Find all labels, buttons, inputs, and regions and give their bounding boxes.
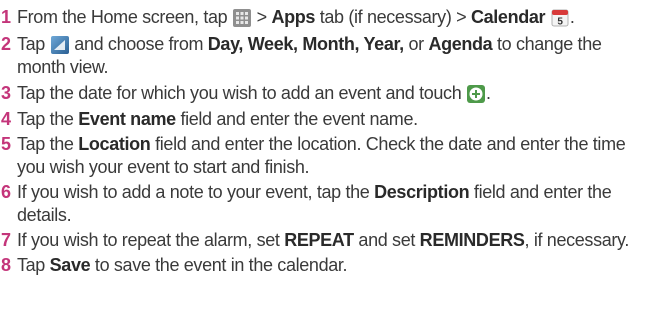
svg-text:5: 5 bbox=[557, 17, 563, 28]
step-number: 2 bbox=[1, 34, 11, 54]
step-number: 5 bbox=[1, 134, 11, 154]
step-text: Tap the date for which you wish to add a… bbox=[17, 83, 491, 103]
step-number: 8 bbox=[1, 255, 11, 275]
view-menu-icon bbox=[50, 36, 69, 54]
apps-grid-icon bbox=[233, 9, 251, 27]
step-text: From the Home screen, tap > Apps tab (if… bbox=[17, 7, 575, 27]
step-number: 7 bbox=[1, 230, 11, 250]
step-text-continued: details. bbox=[17, 205, 72, 225]
step-text-continued: you wish your event to start and finish. bbox=[17, 157, 310, 177]
step-text: If you wish to add a note to your event,… bbox=[17, 182, 612, 202]
step-text: Tap the Event name field and enter the e… bbox=[17, 109, 418, 129]
step-text: Tap Save to save the event in the calend… bbox=[17, 255, 348, 275]
step-number: 4 bbox=[1, 109, 11, 129]
step-number: 1 bbox=[1, 7, 11, 27]
calendar-icon: 5 bbox=[551, 9, 569, 27]
step-text-continued: month view. bbox=[17, 57, 109, 77]
step-text: Tap the Location field and enter the loc… bbox=[17, 134, 626, 154]
step-text: Tap and choose from Day, Week, Month, Ye… bbox=[17, 34, 602, 54]
step-number: 6 bbox=[1, 182, 11, 202]
step-text: If you wish to repeat the alarm, set REP… bbox=[17, 230, 629, 250]
add-icon bbox=[467, 85, 486, 103]
step-number: 3 bbox=[1, 83, 11, 103]
